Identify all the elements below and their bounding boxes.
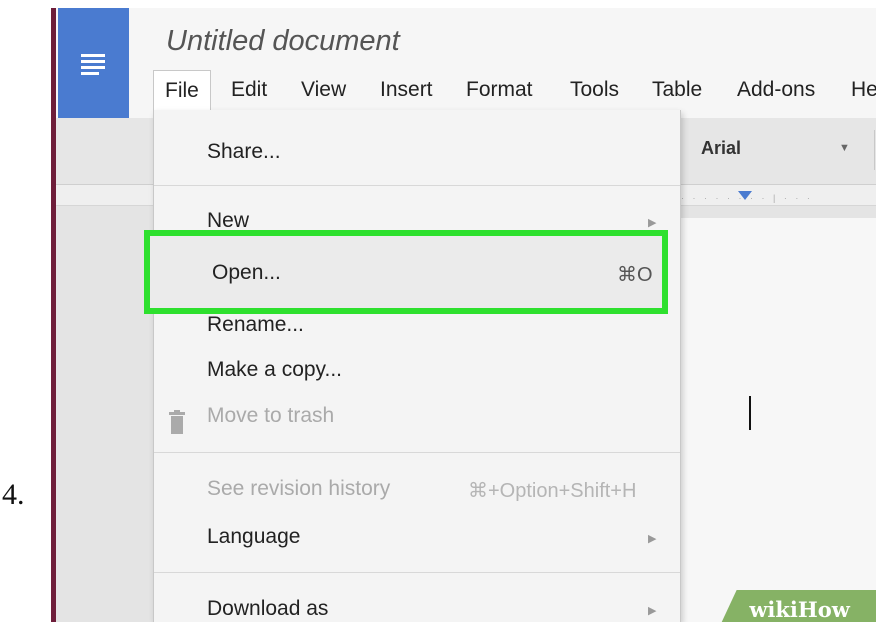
menu-icon-line bbox=[81, 66, 105, 69]
menu-view[interactable]: View bbox=[301, 70, 346, 110]
docs-home-button[interactable] bbox=[58, 8, 129, 118]
submenu-arrow-icon: ▶ bbox=[648, 605, 657, 617]
text-cursor bbox=[749, 396, 751, 430]
document-title[interactable]: Untitled document bbox=[166, 25, 400, 58]
watermark-text: wikiHow bbox=[749, 597, 850, 622]
menu-item-make-copy[interactable]: Make a copy... bbox=[207, 358, 342, 382]
menu-item-move-to-trash: Move to trash bbox=[207, 404, 335, 427]
menu-item-language[interactable]: Language bbox=[207, 525, 300, 549]
menu-edit[interactable]: Edit bbox=[231, 70, 267, 110]
menu-icon-line bbox=[81, 72, 99, 75]
font-select[interactable]: Arial bbox=[701, 138, 741, 159]
step-number: 4. bbox=[2, 478, 25, 511]
menu-item-rename[interactable]: Rename... bbox=[207, 313, 304, 337]
open-shortcut: ⌘O bbox=[617, 264, 653, 286]
submenu-arrow-icon: ▶ bbox=[648, 533, 657, 545]
screenshot: Untitled document File Edit View Insert … bbox=[51, 8, 876, 622]
open-label: Open... bbox=[212, 261, 281, 284]
submenu-arrow-icon: ▶ bbox=[648, 217, 657, 229]
menu-item-revision-history: See revision history bbox=[207, 477, 391, 500]
menu-tools[interactable]: Tools bbox=[570, 70, 619, 110]
wikihow-watermark: wikiHow bbox=[718, 590, 876, 622]
toolbar-divider bbox=[874, 130, 875, 170]
menu-separator bbox=[154, 452, 680, 453]
menu-item-open[interactable]: Open... ⌘O bbox=[144, 230, 668, 314]
menu-insert[interactable]: Insert bbox=[380, 70, 433, 110]
menu-addons[interactable]: Add-ons bbox=[737, 70, 815, 110]
menu-help[interactable]: He bbox=[851, 70, 876, 110]
menu-format[interactable]: Format bbox=[466, 70, 533, 110]
menu-item-download-as[interactable]: Download as bbox=[207, 597, 328, 621]
indent-marker[interactable] bbox=[738, 191, 752, 200]
menu-separator bbox=[154, 185, 680, 186]
document-page[interactable] bbox=[677, 218, 876, 622]
menu-icon-line bbox=[81, 60, 105, 63]
trash-icon bbox=[169, 410, 185, 434]
revision-history-shortcut: ⌘+Option+Shift+H bbox=[468, 480, 637, 502]
chevron-down-icon[interactable]: ▼ bbox=[839, 142, 850, 154]
file-menu-dropdown: Share... New ▶ Rename... Make a copy... … bbox=[153, 110, 681, 622]
menu-item-share[interactable]: Share... bbox=[207, 140, 281, 164]
menu-file[interactable]: File bbox=[153, 70, 211, 111]
menu-icon bbox=[81, 54, 105, 57]
menu-separator bbox=[154, 572, 680, 573]
menu-table[interactable]: Table bbox=[652, 70, 702, 110]
